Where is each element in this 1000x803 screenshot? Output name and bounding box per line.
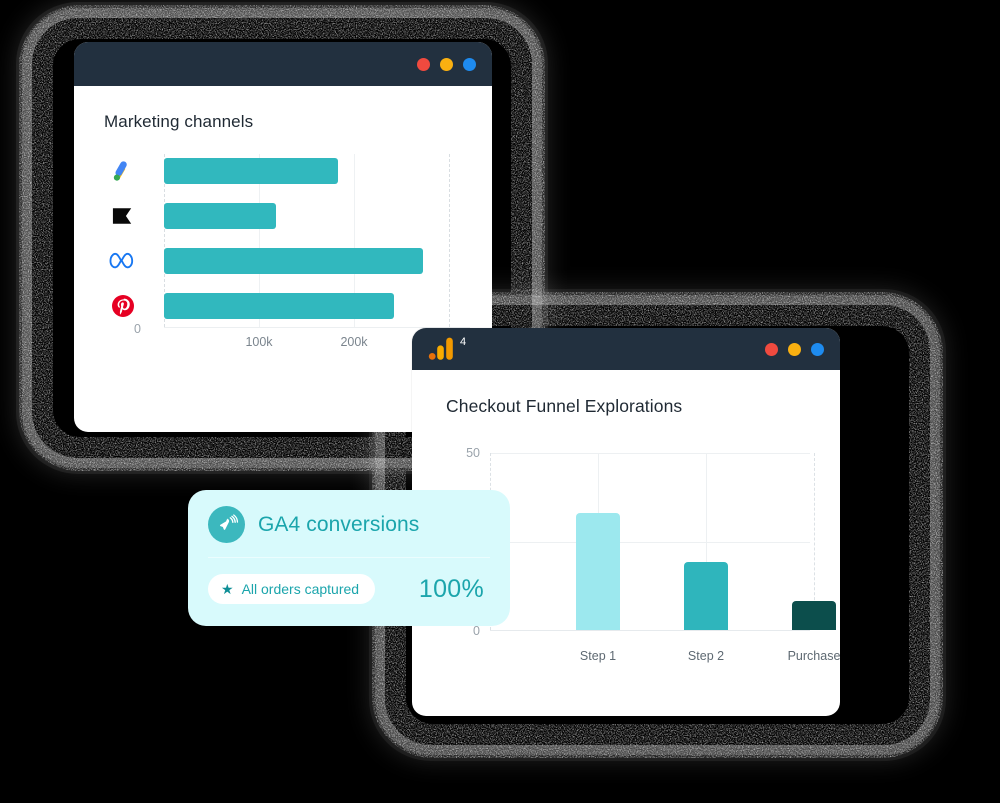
bar-pinterest (164, 293, 394, 319)
minimize-dot-icon[interactable] (440, 57, 453, 71)
all-orders-captured-label: All orders captured (241, 581, 360, 597)
hummingbird-icon (208, 506, 245, 543)
bar-tiktok (164, 203, 276, 229)
ga4-card-header: GA4 conversions (208, 506, 490, 557)
gridline-mid (490, 542, 810, 543)
marketing-channels-bar-chart: 0 100k 200k (104, 154, 470, 350)
all-orders-captured-badge[interactable]: ★ All orders captured (208, 574, 376, 604)
google-analytics-4-icon: 4 (428, 336, 466, 362)
bar-purchase[interactable] (792, 601, 836, 630)
marketing-window-titlebar (74, 42, 492, 86)
window-controls[interactable] (417, 57, 476, 71)
bar-step-2[interactable] (684, 562, 728, 630)
x-axis-tick-200k: 200k (340, 335, 368, 349)
bar-google-ads (164, 158, 338, 184)
minimize-dot-icon[interactable] (788, 342, 801, 356)
composition-stage: Marketing channels 0 100k 200k 4 Checkou… (0, 0, 1000, 803)
pinterest-icon (106, 291, 140, 321)
tiktok-icon (106, 201, 140, 231)
x-axis-label-step-2: Step 2 (687, 649, 725, 663)
gridline-max-dashed (449, 154, 450, 327)
bar-row-pinterest[interactable] (112, 293, 394, 319)
y-axis-tick-0: 0 (473, 624, 480, 638)
gridline-top (490, 453, 810, 454)
window-controls[interactable] (765, 342, 824, 356)
ga4-card-footer: ★ All orders captured 100% (208, 558, 490, 604)
ga4-conversions-card[interactable]: GA4 conversions ★ All orders captured 10… (188, 490, 510, 626)
bar-row-tiktok[interactable] (112, 203, 276, 229)
close-dot-icon[interactable] (765, 342, 778, 356)
funnel-window-titlebar: 4 (412, 328, 840, 370)
bar-step-1[interactable] (576, 513, 620, 630)
close-dot-icon[interactable] (417, 57, 430, 71)
meta-icon (106, 246, 140, 276)
bar-meta (164, 248, 423, 274)
y-axis-tick-50: 50 (466, 446, 480, 460)
conversion-percent-value: 100% (418, 574, 484, 603)
marketing-plot-area: 100k 200k (109, 154, 470, 349)
ga4-version-label: 4 (460, 336, 467, 348)
star-icon: ★ (221, 581, 234, 597)
x-axis-tick-100k: 100k (245, 335, 273, 349)
bar-row-google-ads[interactable] (113, 158, 338, 184)
x-axis-zero-label: 0 (134, 322, 141, 336)
maximize-dot-icon[interactable] (463, 57, 476, 71)
ga4-card-title: GA4 conversions (258, 512, 420, 536)
maximize-dot-icon[interactable] (811, 342, 824, 356)
marketing-window-body: Marketing channels 0 100k 200k (74, 86, 492, 350)
bar-row-meta[interactable] (109, 248, 423, 274)
google-ads-icon (106, 156, 140, 186)
marketing-chart-title: Marketing channels (104, 112, 254, 131)
x-axis-label-purchase: Purchase (787, 649, 840, 663)
x-axis-label-step-1: Step 1 (579, 649, 617, 663)
funnel-plot-area: 50 0 Step 1 Step 2 Purchase (466, 446, 840, 663)
funnel-chart-title: Checkout Funnel Explorations (446, 396, 683, 416)
